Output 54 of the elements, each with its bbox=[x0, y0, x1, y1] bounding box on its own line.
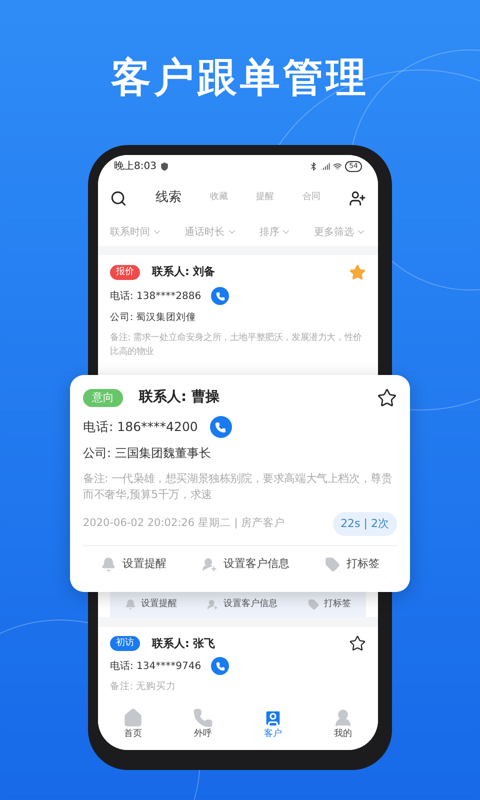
card-action[interactable]: 设置客户信息 bbox=[202, 556, 290, 573]
status-time: 晚上8:03 bbox=[114, 160, 156, 174]
star-icon[interactable] bbox=[377, 388, 397, 408]
contact-name: 联系人: 刘备 bbox=[152, 264, 216, 280]
call-button[interactable] bbox=[211, 287, 230, 305]
nav-tab[interactable]: 我的 bbox=[333, 708, 353, 742]
phone-number: 电话: 134****9746 bbox=[110, 660, 202, 674]
call-button[interactable] bbox=[210, 416, 232, 438]
phone-number: 电话: 186****4200 bbox=[83, 418, 198, 436]
company-name: 公司: 三国集团魏董事长 bbox=[83, 445, 212, 462]
bell-icon bbox=[125, 598, 136, 610]
add-contact-icon[interactable] bbox=[348, 190, 366, 206]
shield-icon bbox=[160, 162, 170, 171]
signal-icon bbox=[321, 162, 330, 171]
person-icon bbox=[333, 708, 353, 728]
phone-icon bbox=[216, 662, 225, 671]
id-badge-icon bbox=[263, 708, 283, 728]
user-plus-icon bbox=[207, 598, 218, 610]
contact-name: 联系人: 张飞 bbox=[152, 636, 216, 652]
home-icon bbox=[123, 708, 143, 728]
tab[interactable]: 线索 bbox=[155, 188, 182, 208]
card-action[interactable]: 打标签 bbox=[308, 598, 351, 611]
bluetooth-icon bbox=[309, 162, 318, 171]
status-tag: 意向 bbox=[83, 388, 123, 406]
card-action[interactable]: 设置提醒 bbox=[100, 556, 166, 573]
note-text: 备注: 一代枭雄，想买湖景独栋别院，要求高端大气上档次，尊贵而不奢华,预算5千万，求速 bbox=[83, 471, 394, 503]
company-name: 公司: 蜀汉集团刘僮 bbox=[110, 311, 198, 325]
user-plus-icon bbox=[202, 557, 216, 572]
star-icon[interactable] bbox=[349, 264, 366, 281]
headline: 客户跟单管理 bbox=[111, 54, 369, 103]
tag-icon bbox=[308, 598, 319, 610]
wifi-icon bbox=[333, 162, 342, 171]
note-text: 备注: 无购买力 bbox=[110, 680, 178, 694]
call-stats-badge: 22s | 2次 bbox=[332, 512, 397, 536]
phone-icon bbox=[215, 422, 226, 432]
card-action[interactable]: 设置提醒 bbox=[125, 598, 178, 611]
nav-tab[interactable]: 客户 bbox=[263, 708, 283, 742]
contact-name: 联系人: 曹操 bbox=[139, 388, 220, 407]
nav-tab[interactable]: 首页 bbox=[123, 708, 143, 742]
phone-icon bbox=[193, 708, 213, 728]
phone-icon bbox=[216, 292, 225, 300]
status-tag: 报价 bbox=[110, 265, 140, 280]
call-button[interactable] bbox=[211, 657, 230, 676]
tag-icon bbox=[324, 557, 340, 572]
nav-tab[interactable]: 外呼 bbox=[193, 708, 213, 742]
bell-icon bbox=[100, 557, 116, 572]
search-icon[interactable] bbox=[110, 190, 127, 206]
status-tag: 初访 bbox=[110, 636, 140, 652]
note-text: 备注: 需求一处立命安身之所，土地平整肥沃，发展潜力大，性价比高的物业 bbox=[110, 332, 363, 360]
date-info: 2020-06-02 20:02:26 星期二 | 房产客户 bbox=[83, 516, 286, 532]
card-action[interactable]: 打标签 bbox=[324, 556, 380, 573]
star-icon[interactable] bbox=[349, 635, 366, 652]
card-action[interactable]: 设置客户信息 bbox=[207, 598, 278, 611]
phone-number: 电话: 138****2886 bbox=[110, 290, 202, 304]
